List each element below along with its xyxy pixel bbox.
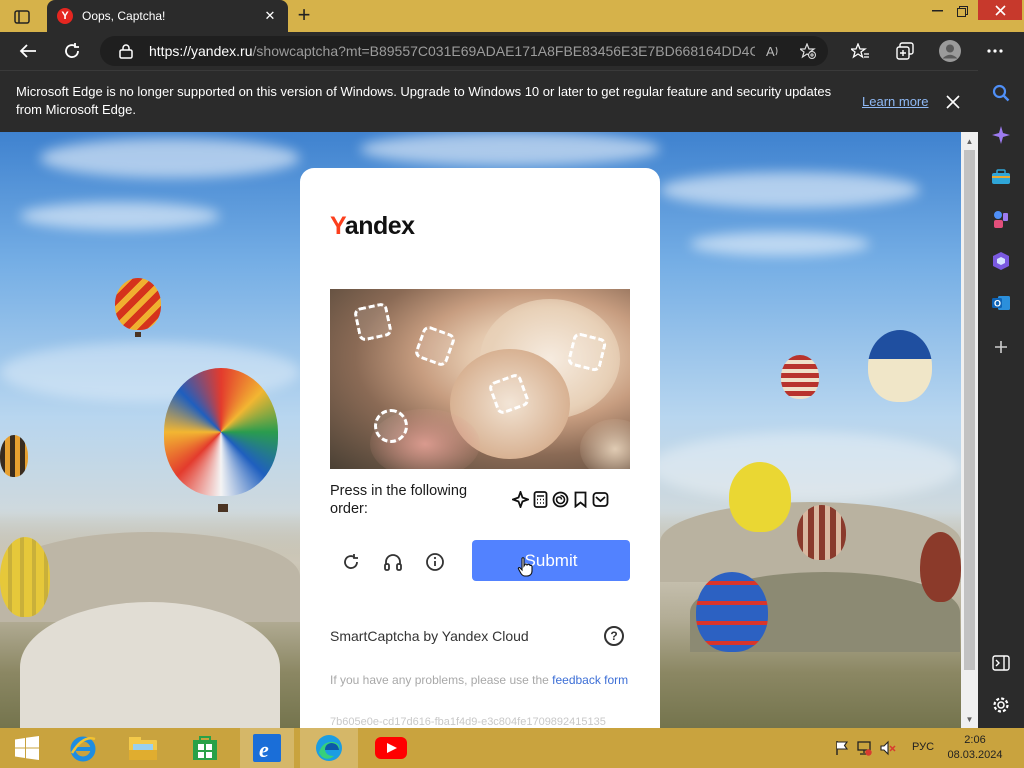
captcha-order-icons [512,491,609,508]
copilot-sparkle-icon[interactable] [990,124,1012,146]
url-text[interactable]: https://yandex.ru/showcaptcha?mt=B89557C… [149,43,755,59]
favorites-icon[interactable] [845,36,875,66]
windows-store-icon[interactable] [178,728,232,768]
order-sparkle-icon [512,491,529,508]
captcha-prompt: Press in the following order: [330,483,468,517]
hide-sidebar-icon[interactable] [990,652,1012,674]
profile-avatar-icon[interactable] [935,36,965,66]
scroll-down-icon[interactable]: ▼ [965,716,974,724]
new-tab-button[interactable]: + [291,4,317,28]
network-icon[interactable] [856,740,872,756]
captcha-request-id: 7b605e0e-cd17d616-fba1f4d9-e3c804fe17098… [330,716,606,728]
smartcaptcha-brand: SmartCaptcha by Yandex Cloud [330,628,529,644]
minimize-button[interactable] [923,0,951,22]
captcha-glyph-2[interactable] [413,324,457,368]
add-favorite-icon[interactable] [800,43,816,59]
action-center-flag-icon[interactable] [834,740,850,756]
tab-captcha[interactable]: Y Oops, Captcha! ✕ [47,0,288,32]
internet-explorer-pinned-icon[interactable]: e [240,728,294,768]
taskbar-clock[interactable]: 2:06 08.03.2024 [946,733,1004,763]
learn-more-link[interactable]: Learn more [862,94,928,109]
captcha-glyph-5[interactable] [374,409,408,443]
yandex-logo: Yandex [330,212,415,240]
clock-time: 2:06 [964,734,986,746]
hand-cursor-icon [517,557,533,577]
captcha-image[interactable] [330,289,630,469]
windows-start-icon[interactable] [0,728,54,768]
submit-button[interactable]: Submit [472,540,630,581]
back-icon[interactable] [13,36,43,66]
svg-text:A: A [766,44,775,59]
add-sidebar-app-icon[interactable] [990,336,1012,358]
svg-text:O: O [994,299,1001,309]
games-icon[interactable] [990,208,1012,230]
close-window-button[interactable] [978,0,1022,20]
outlook-icon[interactable]: O [990,292,1012,314]
yandex-favicon-icon: Y [57,8,73,24]
refresh-icon[interactable] [57,36,87,66]
notification-close-icon[interactable] [944,93,962,111]
info-icon[interactable] [424,551,446,573]
title-bar: Y Oops, Captcha! ✕ + [0,0,1024,32]
windows-taskbar: e [0,728,1024,768]
feedback-text: If you have any problems, please use the… [330,673,629,687]
feedback-form-link[interactable]: feedback form [552,673,628,687]
help-icon[interactable]: ? [604,626,624,646]
collections-icon[interactable] [890,36,920,66]
refresh-captcha-icon[interactable] [340,551,362,573]
tab-close-icon[interactable]: ✕ [262,8,278,24]
clock-date: 08.03.2024 [947,749,1003,761]
order-spiral-icon [552,491,569,508]
volume-muted-icon[interactable] [880,740,896,756]
maximize-button[interactable] [948,0,976,22]
notification-text: Microsoft Edge is no longer supported on… [16,84,832,117]
internet-explorer-icon[interactable] [56,728,110,768]
scroll-up-icon[interactable]: ▲ [965,138,974,146]
lock-icon[interactable] [119,44,133,59]
address-bar[interactable]: https://yandex.ru/showcaptcha?mt=B89557C… [100,36,828,66]
tab-title: Oops, Captcha! [82,9,166,23]
edge-sidebar: O [978,70,1024,728]
read-aloud-icon[interactable]: A [765,43,781,59]
office-icon[interactable] [990,250,1012,272]
captcha-glyph-1[interactable] [352,301,394,343]
scroll-thumb[interactable] [964,150,975,670]
microsoft-edge-icon[interactable] [300,728,358,768]
unsupported-notification-bar: Microsoft Edge is no longer supported on… [0,70,978,132]
search-icon[interactable] [990,82,1012,104]
page-scrollbar[interactable]: ▲ ▼ [961,132,978,728]
file-explorer-icon[interactable] [116,728,170,768]
order-calculator-icon [533,491,548,508]
more-menu-icon[interactable] [980,36,1010,66]
audio-captcha-icon[interactable] [382,551,404,573]
settings-gear-icon[interactable] [990,694,1012,716]
youtube-icon[interactable] [364,728,418,768]
keyboard-language[interactable]: РУС [912,741,934,753]
order-bookmark-icon [574,491,587,508]
tab-actions-icon[interactable] [10,7,34,27]
svg-text:e: e [259,737,269,762]
order-mail-icon [592,492,609,507]
tools-icon[interactable] [990,166,1012,188]
